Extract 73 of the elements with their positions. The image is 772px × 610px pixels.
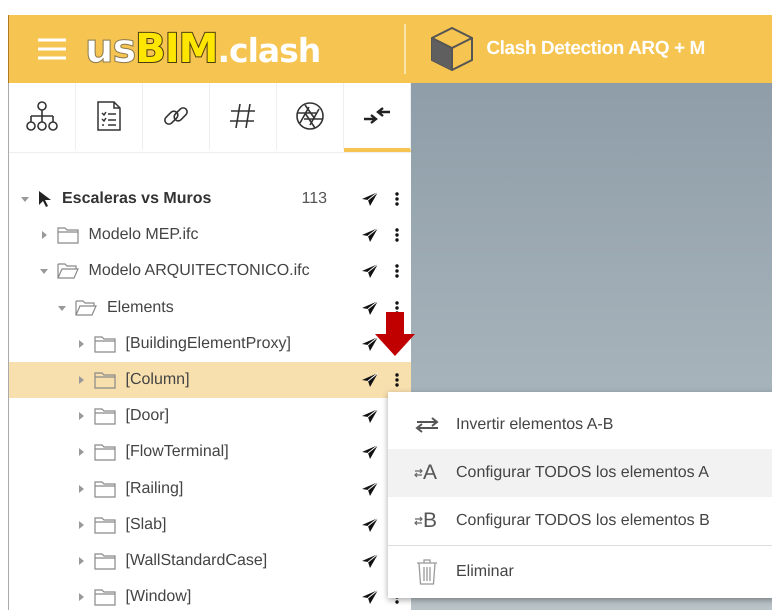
folder-icon — [94, 480, 116, 498]
tree-label[interactable]: Modelo MEP.ifc — [88, 226, 198, 244]
menu-item[interactable]: B Configurar TODOS los elementos B — [388, 497, 772, 545]
hash-icon — [229, 102, 257, 130]
tree-row[interactable]: Modelo MEP.ifc — [9, 217, 411, 254]
more-icon[interactable] — [395, 192, 399, 206]
menu-item[interactable]: Eliminar — [388, 545, 772, 598]
down-arrow-icon — [375, 312, 415, 356]
send-icon[interactable] — [361, 444, 379, 460]
caret-icon[interactable] — [76, 448, 84, 456]
more-icon[interactable] — [395, 373, 399, 388]
send-icon[interactable] — [361, 589, 379, 606]
arrows-icon — [362, 104, 392, 126]
menu-item[interactable]: Invertir elementos A-B — [388, 401, 772, 449]
folder-icon — [56, 226, 78, 244]
folder-icon — [94, 334, 116, 353]
tree-label[interactable]: [Door] — [126, 407, 170, 426]
tree-row[interactable]: Elements — [9, 290, 411, 326]
cube-icon — [430, 26, 474, 72]
tree-row[interactable]: Modelo ARQUITECTONICO.ifc — [9, 253, 411, 290]
caret-icon[interactable] — [76, 340, 84, 348]
caret-icon[interactable] — [76, 556, 84, 565]
tree-label[interactable]: [Slab] — [126, 516, 166, 534]
send-icon[interactable] — [361, 408, 379, 424]
send-icon[interactable] — [361, 552, 379, 569]
checklist-icon — [96, 100, 122, 132]
tree-label[interactable]: [Column] — [126, 371, 190, 390]
more-icon[interactable] — [395, 228, 399, 242]
swap-icon — [414, 417, 440, 433]
folder-icon — [94, 407, 116, 426]
project-title: Clash Detection ARQ + M — [486, 38, 705, 60]
open-folder-icon — [75, 298, 97, 317]
hierarchy-icon — [25, 100, 59, 130]
send-icon[interactable] — [361, 372, 379, 388]
folder-icon — [94, 443, 116, 462]
more-icon[interactable] — [395, 264, 399, 278]
send-icon[interactable] — [361, 300, 379, 316]
logo: usBIM.clash — [85, 26, 320, 72]
folder-icon — [94, 516, 116, 534]
send-icon[interactable] — [361, 480, 379, 497]
tree-label[interactable]: [Railing] — [126, 480, 184, 498]
caret-icon[interactable] — [40, 267, 48, 276]
send-icon[interactable] — [361, 516, 379, 533]
tree-label[interactable]: [Window] — [126, 588, 192, 606]
menu-item[interactable]: A Configurar TODOS los elementos A — [388, 449, 772, 497]
tree-label[interactable]: [BuildingElementProxy] — [126, 334, 291, 353]
tree-label[interactable]: [WallStandardCase] — [126, 552, 268, 570]
send-icon[interactable] — [361, 336, 379, 352]
caret-icon[interactable] — [40, 231, 48, 240]
open-folder-icon — [56, 262, 78, 280]
test-name[interactable]: Escaleras vs Muros — [62, 190, 212, 208]
caret-icon[interactable] — [76, 484, 84, 493]
cursor-icon — [38, 190, 52, 208]
caret-icon[interactable] — [58, 304, 66, 312]
caret-icon[interactable] — [76, 593, 84, 602]
send-icon[interactable] — [361, 227, 379, 244]
tree-row[interactable]: [Column] — [9, 362, 411, 398]
tree-row[interactable]: Escaleras vs Muros 113 — [9, 181, 411, 218]
tree-label[interactable]: [FlowTerminal] — [126, 443, 229, 462]
caret-icon[interactable] — [76, 412, 84, 420]
trash-icon — [414, 559, 440, 585]
send-icon[interactable] — [361, 191, 379, 208]
caret-icon[interactable] — [76, 520, 84, 529]
send-icon[interactable] — [361, 263, 379, 280]
aperture-icon — [295, 100, 325, 130]
tree-label[interactable]: Modelo ARQUITECTONICO.ifc — [88, 262, 310, 280]
caret-icon[interactable] — [21, 195, 29, 204]
panel-tab[interactable] — [344, 83, 411, 152]
folder-icon — [94, 371, 116, 390]
folder-icon — [94, 552, 116, 570]
clash-count: 113 — [301, 190, 327, 208]
tree-label[interactable]: Elements — [107, 298, 174, 317]
folder-icon — [94, 588, 116, 606]
